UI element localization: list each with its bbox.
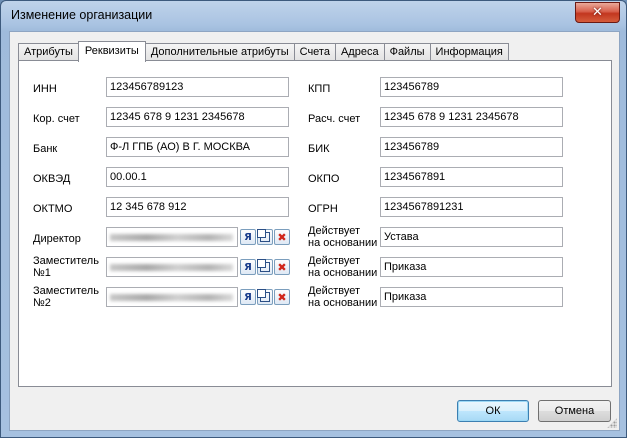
director-field[interactable] <box>106 227 238 247</box>
okpo-label: ОКПО <box>308 173 340 185</box>
requisites-panel: ИНН 123456789123 КПП 123456789 Кор. счет… <box>18 60 612 387</box>
tab-files[interactable]: Файлы <box>383 43 431 61</box>
tab-attributes[interactable]: Атрибуты <box>18 43 79 61</box>
clear-icon: ✖ <box>277 230 287 244</box>
director-label: Директор <box>33 233 81 245</box>
bank-field[interactable]: Ф-Л ГПБ (АО) В Г. МОСКВА <box>106 137 289 157</box>
tab-strip: Атрибуты Реквизиты Дополнительные атрибу… <box>18 41 509 62</box>
kpp-label: КПП <box>308 83 331 95</box>
inn-field[interactable]: 123456789123 <box>106 77 289 97</box>
ogrn-field[interactable]: 1234567891231 <box>380 197 563 217</box>
cancel-button[interactable]: Отмена <box>538 400 611 422</box>
director-select-button[interactable]: Я <box>240 229 256 245</box>
ok-button[interactable]: ОК <box>457 400 529 422</box>
director-clear-button[interactable]: ✖ <box>274 229 290 245</box>
close-icon: ✕ <box>592 5 603 20</box>
director-copy-button[interactable] <box>257 229 273 245</box>
title-bar[interactable]: Изменение организации ✕ <box>1 1 626 31</box>
deputy2-select-button[interactable]: Я <box>240 289 256 305</box>
bank-label: Банк <box>33 143 58 155</box>
deputy1-label: Заместитель №1 <box>33 255 99 279</box>
okpo-field[interactable]: 1234567891 <box>380 167 563 187</box>
okved-field[interactable]: 00.00.1 <box>106 167 289 187</box>
tab-additional-attributes[interactable]: Дополнительные атрибуты <box>144 43 295 61</box>
window-title: Изменение организации <box>11 8 153 22</box>
director-basis-label: Действует на основании <box>308 225 378 249</box>
deputy2-field[interactable] <box>106 287 238 307</box>
deputy2-basis-label: Действует на основании <box>308 285 378 309</box>
director-basis-field[interactable]: Устава <box>380 227 563 247</box>
oktmo-field[interactable]: 12 345 678 912 <box>106 197 289 217</box>
dialog-client-area: Атрибуты Реквизиты Дополнительные атрибу… <box>9 31 620 431</box>
deputy1-basis-label: Действует на основании <box>308 255 378 279</box>
ogrn-label: ОГРН <box>308 203 338 215</box>
dialog-window: Изменение организации ✕ Атрибуты Реквизи… <box>0 0 627 438</box>
ras-schet-label: Расч. счет <box>308 113 361 125</box>
deputy1-field[interactable] <box>106 257 238 277</box>
select-icon: Я <box>244 291 252 303</box>
kor-schet-field[interactable]: 12345 678 9 1231 2345678 <box>106 107 289 127</box>
tab-accounts[interactable]: Счета <box>293 43 336 61</box>
ras-schet-field[interactable]: 12345 678 9 1231 2345678 <box>380 107 563 127</box>
oktmo-label: ОКТМО <box>33 203 73 215</box>
copy-icon <box>257 229 270 242</box>
select-icon: Я <box>244 231 252 243</box>
copy-icon <box>257 259 270 272</box>
deputy2-label: Заместитель №2 <box>33 285 99 309</box>
deputy1-copy-button[interactable] <box>257 259 273 275</box>
clear-icon: ✖ <box>277 260 287 274</box>
clear-icon: ✖ <box>277 290 287 304</box>
copy-icon <box>257 289 270 302</box>
deputy1-clear-button[interactable]: ✖ <box>274 259 290 275</box>
deputy1-basis-field[interactable]: Приказа <box>380 257 563 277</box>
inn-label: ИНН <box>33 83 57 95</box>
okved-label: ОКВЭД <box>33 173 71 185</box>
deputy2-basis-field[interactable]: Приказа <box>380 287 563 307</box>
deputy2-copy-button[interactable] <box>257 289 273 305</box>
close-button[interactable]: ✕ <box>575 2 620 23</box>
bik-field[interactable]: 123456789 <box>380 137 563 157</box>
kpp-field[interactable]: 123456789 <box>380 77 563 97</box>
tab-information[interactable]: Информация <box>429 43 509 61</box>
deputy1-select-button[interactable]: Я <box>240 259 256 275</box>
tab-addresses[interactable]: Адреса <box>334 43 385 61</box>
select-icon: Я <box>244 261 252 273</box>
tab-requisites[interactable]: Реквизиты <box>77 41 146 62</box>
kor-schet-label: Кор. счет <box>33 113 80 125</box>
deputy2-clear-button[interactable]: ✖ <box>274 289 290 305</box>
bik-label: БИК <box>308 143 330 155</box>
